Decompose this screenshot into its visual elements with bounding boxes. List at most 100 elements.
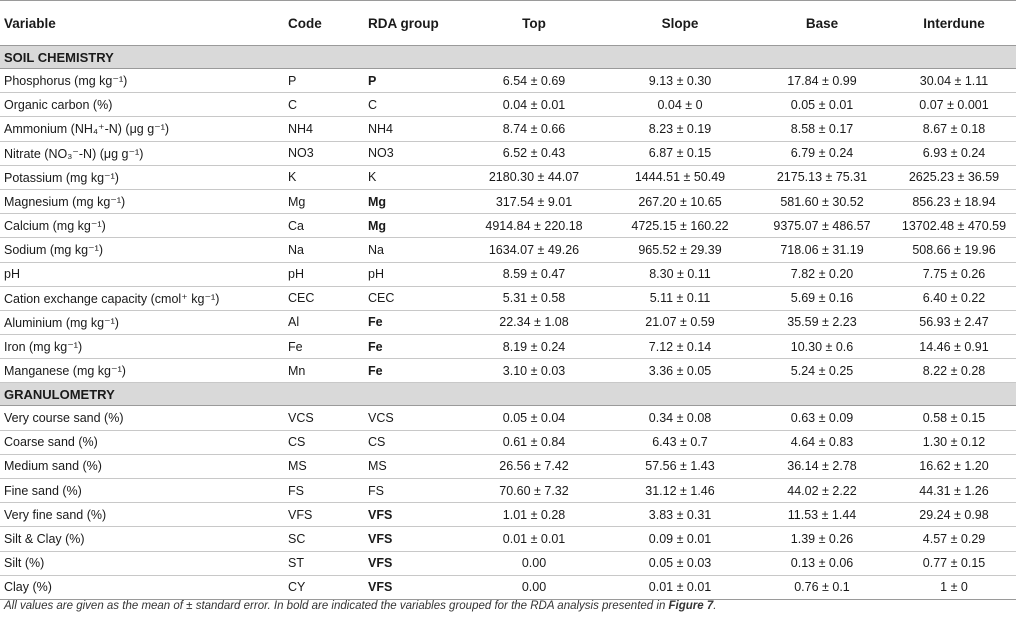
cell-interdune: 0.77 ± 0.15: [892, 551, 1016, 576]
cell-interdune: 856.23 ± 18.94: [892, 189, 1016, 215]
cell-code: Mn: [284, 358, 364, 384]
table-row: Aluminium (mg kg⁻¹) Al Fe 22.34 ± 1.08 21.07…: [0, 310, 1016, 336]
table-row: Cation exchange capacity (cmol⁺ kg⁻¹) CEC…: [0, 286, 1016, 311]
cell-rda: C: [364, 92, 460, 118]
cell-variable: Very fine sand (%): [0, 502, 284, 528]
cell-top: 70.60 ± 7.32: [460, 478, 608, 504]
cell-variable: Potassium (mg kg⁻¹): [0, 165, 284, 190]
cell-slope: 5.11 ± 0.11: [608, 286, 752, 311]
cell-base: 6.79 ± 0.24: [752, 141, 892, 166]
cell-top: 1.01 ± 0.28: [460, 502, 608, 528]
cell-slope: 4725.15 ± 160.22: [608, 213, 752, 239]
cell-rda: Na: [364, 237, 460, 263]
header-top: Top: [460, 0, 608, 46]
cell-interdune: 4.57 ± 0.29: [892, 526, 1016, 552]
table-row: Sodium (mg kg⁻¹) Na Na 1634.07 ± 49.26 965.5…: [0, 237, 1016, 263]
cell-slope: 6.43 ± 0.7: [608, 430, 752, 455]
cell-rda: VFS: [364, 526, 460, 552]
cell-variable: Silt (%): [0, 551, 284, 576]
cell-rda: P: [364, 68, 460, 94]
cell-top: 6.54 ± 0.69: [460, 68, 608, 94]
cell-base: 36.14 ± 2.78: [752, 454, 892, 480]
cell-variable: Clay (%): [0, 575, 284, 600]
footnote-text: All values are given as the mean of ± st…: [4, 600, 669, 612]
cell-code: Mg: [284, 189, 364, 215]
cell-variable: Nitrate (NO₃⁻-N) (μg g⁻¹): [0, 141, 284, 166]
section-title: SOIL CHEMISTRY: [0, 45, 1016, 69]
cell-slope: 57.56 ± 1.43: [608, 454, 752, 480]
cell-base: 9375.07 ± 486.57: [752, 213, 892, 239]
cell-top: 3.10 ± 0.03: [460, 358, 608, 384]
cell-variable: Aluminium (mg kg⁻¹): [0, 310, 284, 336]
cell-variable: Very course sand (%): [0, 405, 284, 431]
table-row: Very fine sand (%) VFS VFS 1.01 ± 0.28 3.83 …: [0, 502, 1016, 528]
cell-code: VFS: [284, 502, 364, 528]
cell-rda: Mg: [364, 213, 460, 239]
cell-rda: VFS: [364, 575, 460, 600]
cell-base: 35.59 ± 2.23: [752, 310, 892, 336]
cell-slope: 8.30 ± 0.11: [608, 262, 752, 287]
cell-interdune: 8.22 ± 0.28: [892, 358, 1016, 384]
cell-code: Ca: [284, 213, 364, 239]
cell-slope: 3.83 ± 0.31: [608, 502, 752, 528]
cell-variable: Cation exchange capacity (cmol⁺ kg⁻¹): [0, 286, 284, 311]
cell-variable: Manganese (mg kg⁻¹): [0, 358, 284, 384]
cell-slope: 9.13 ± 0.30: [608, 68, 752, 94]
cell-code: CEC: [284, 286, 364, 311]
cell-top: 0.04 ± 0.01: [460, 92, 608, 118]
cell-variable: Silt & Clay (%): [0, 526, 284, 552]
cell-base: 718.06 ± 31.19: [752, 237, 892, 263]
cell-code: P: [284, 68, 364, 94]
cell-interdune: 6.93 ± 0.24: [892, 141, 1016, 166]
cell-slope: 8.23 ± 0.19: [608, 116, 752, 142]
cell-slope: 0.01 ± 0.01: [608, 575, 752, 600]
table-row: Calcium (mg kg⁻¹) Ca Mg 4914.84 ± 220.18 472…: [0, 213, 1016, 239]
cell-rda: VFS: [364, 502, 460, 528]
table-row: Fine sand (%) FS FS 70.60 ± 7.32 31.12 ± 1.4…: [0, 478, 1016, 504]
table-body: SOIL CHEMISTRY Phosphorus (mg kg⁻¹) P P 6.54…: [0, 45, 1016, 600]
cell-slope: 0.09 ± 0.01: [608, 526, 752, 552]
header-row: Variable Code RDA group Top Slope Base I…: [0, 0, 1016, 46]
header-base: Base: [752, 0, 892, 46]
table-row: Iron (mg kg⁻¹) Fe Fe 8.19 ± 0.24 7.12 ± 0.14…: [0, 334, 1016, 360]
cell-slope: 0.34 ± 0.08: [608, 405, 752, 431]
cell-base: 1.39 ± 0.26: [752, 526, 892, 552]
cell-top: 2180.30 ± 44.07: [460, 165, 608, 190]
table-footnote: All values are given as the mean of ± st…: [4, 600, 716, 612]
cell-code: VCS: [284, 405, 364, 431]
cell-code: MS: [284, 454, 364, 480]
header-code: Code: [284, 0, 364, 46]
cell-interdune: 44.31 ± 1.26: [892, 478, 1016, 504]
cell-top: 8.74 ± 0.66: [460, 116, 608, 142]
cell-top: 5.31 ± 0.58: [460, 286, 608, 311]
cell-base: 44.02 ± 2.22: [752, 478, 892, 504]
cell-top: 317.54 ± 9.01: [460, 189, 608, 215]
cell-slope: 7.12 ± 0.14: [608, 334, 752, 360]
cell-variable: Phosphorus (mg kg⁻¹): [0, 68, 284, 94]
header-interdune: Interdune: [892, 0, 1016, 46]
cell-interdune: 8.67 ± 0.18: [892, 116, 1016, 142]
cell-base: 17.84 ± 0.99: [752, 68, 892, 94]
cell-slope: 0.05 ± 0.03: [608, 551, 752, 576]
header-rda-group: RDA group: [364, 0, 460, 46]
header-slope: Slope: [608, 0, 752, 46]
cell-code: ST: [284, 551, 364, 576]
cell-top: 0.00: [460, 551, 608, 576]
cell-interdune: 0.58 ± 0.15: [892, 405, 1016, 431]
cell-variable: Ammonium (NH₄⁺-N) (μg g⁻¹): [0, 116, 284, 142]
cell-variable: Calcium (mg kg⁻¹): [0, 213, 284, 239]
cell-rda: FS: [364, 478, 460, 504]
cell-base: 0.63 ± 0.09: [752, 405, 892, 431]
cell-variable: pH: [0, 262, 284, 287]
cell-base: 10.30 ± 0.6: [752, 334, 892, 360]
cell-base: 5.24 ± 0.25: [752, 358, 892, 384]
cell-slope: 965.52 ± 29.39: [608, 237, 752, 263]
data-table: Variable Code RDA group Top Slope Base I…: [0, 0, 1016, 600]
cell-interdune: 7.75 ± 0.26: [892, 262, 1016, 287]
cell-rda: VCS: [364, 405, 460, 431]
table-row: Medium sand (%) MS MS 26.56 ± 7.42 57.56 ± 1…: [0, 454, 1016, 480]
cell-slope: 267.20 ± 10.65: [608, 189, 752, 215]
cell-top: 0.00: [460, 575, 608, 600]
cell-base: 0.05 ± 0.01: [752, 92, 892, 118]
table-figure: Variable Code RDA group Top Slope Base I…: [0, 0, 1016, 619]
